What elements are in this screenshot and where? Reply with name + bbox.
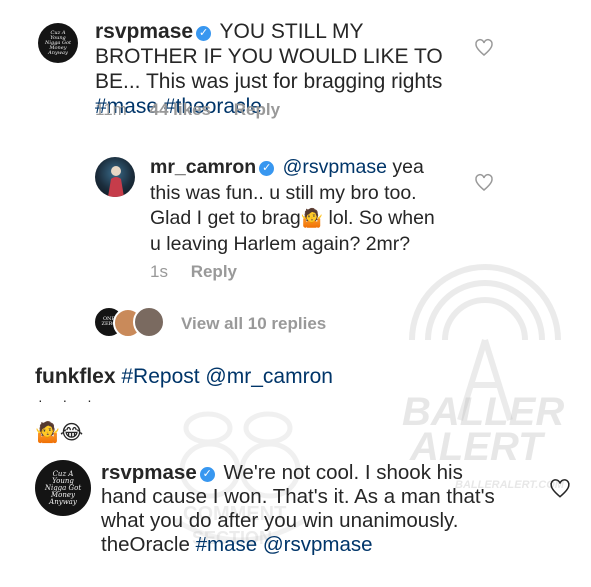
avatar[interactable]: Cuz A Young Nigga Got Money Anyway [35,460,91,516]
caption-dots: · · · [38,392,100,408]
comment-rsvpmase-post: rsvpmase ✓ We're not cool. I shook his ha… [101,461,511,557]
view-all-replies-link[interactable]: View all 10 replies [181,314,326,334]
caption-emojis: 🤷😂 [35,422,84,444]
comment-meta: 1s Reply [150,262,255,282]
likes-count[interactable]: 44 likes [150,100,211,119]
reply-button[interactable]: Reply [191,262,237,281]
avatar [133,306,165,338]
avatar[interactable]: Cuz A Young Nigga Got Money Anyway [38,23,78,63]
verified-badge-icon: ✓ [196,26,212,41]
reply-button[interactable]: Reply [234,100,280,119]
person-photo-icon [108,166,124,197]
comment-time: 1s [150,262,168,281]
avatar[interactable] [95,157,135,197]
caption: funkflex #Repost @mr_camron [35,364,333,389]
mention-rsvpmase[interactable]: @rsvpmase [283,156,387,178]
mention-mr-camron[interactable]: @mr_camron [205,365,333,388]
heart-icon[interactable] [474,173,494,193]
comment-meta: 11m 44 likes Reply [95,100,298,120]
watermark-brand-line1: BALLER [402,390,564,434]
heart-icon[interactable] [549,478,571,500]
verified-badge-icon: ✓ [199,467,215,482]
caption-username[interactable]: funkflex [35,365,116,388]
comment-time: 11m [95,100,127,119]
comment-mr-camron: mr_camron ✓ @rsvpmase yea this was fun.. … [150,155,450,257]
hashtag-mase[interactable]: #mase [196,533,258,556]
comment-username[interactable]: rsvpmase [95,20,193,43]
verified-badge-icon: ✓ [259,161,275,176]
hashtag-repost[interactable]: #Repost [121,365,199,388]
comment-username[interactable]: rsvpmase [101,461,197,484]
shrug-emoji-icon: 🤷 [300,208,324,229]
mention-rsvpmase[interactable]: @rsvpmase [263,533,373,556]
comment-username[interactable]: mr_camron [150,156,256,178]
avatar-logo: Cuz A Young Nigga Got Money Anyway [44,469,82,506]
reply-avatars: ONE ZERO [93,306,173,338]
avatar-logo: Cuz A Young Nigga Got Money Anyway [45,29,71,56]
heart-icon[interactable] [474,38,494,58]
